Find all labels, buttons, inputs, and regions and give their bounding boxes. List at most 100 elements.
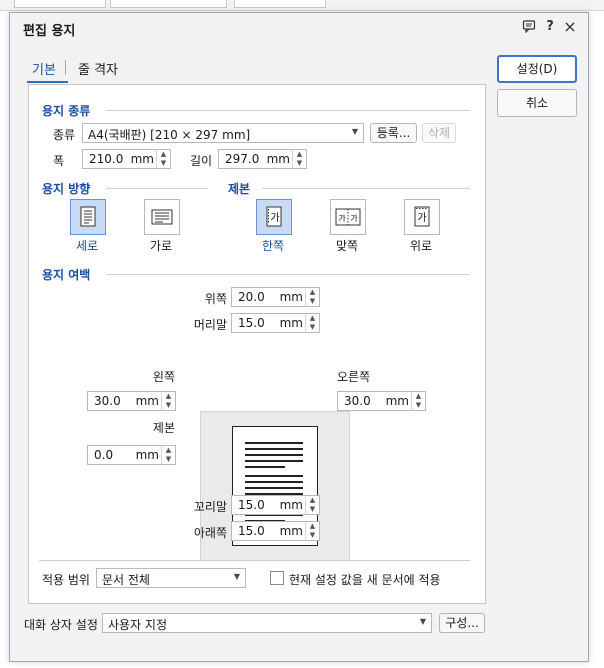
margin-right-value: 30.0: [344, 394, 371, 408]
spin-up-icon[interactable]: ▲: [162, 446, 175, 455]
binding-glyph: 가: [338, 214, 346, 223]
margin-left-field[interactable]: 30.0 mm ▲ ▼: [87, 391, 176, 411]
landscape-button[interactable]: [144, 199, 180, 235]
binding-facing-icon: 가가: [335, 208, 361, 226]
spinner[interactable]: ▲ ▼: [305, 288, 319, 306]
paper-width-field[interactable]: 210.0 mm ▲ ▼: [82, 149, 171, 169]
apply-range-value: 문서 전체: [102, 573, 150, 587]
preview-text-line: [245, 475, 303, 477]
spin-down-icon[interactable]: ▼: [162, 455, 175, 464]
chevron-down-icon: ▼: [233, 572, 240, 581]
binding-glyph: 가: [270, 212, 279, 224]
paper-height-value: 297.0: [225, 152, 260, 166]
margin-right-field[interactable]: 30.0 mm ▲ ▼: [337, 391, 426, 411]
spinner[interactable]: ▲ ▼: [156, 150, 170, 168]
margin-header-label: 머리말: [193, 318, 227, 332]
spin-down-icon[interactable]: ▼: [306, 323, 319, 332]
section-binding: 제본: [228, 182, 251, 196]
margin-top-value: 20.0: [238, 290, 265, 304]
toolbar-combo: [110, 0, 227, 8]
cancel-button[interactable]: 취소: [497, 89, 577, 117]
divider: [106, 188, 208, 189]
spin-down-icon[interactable]: ▼: [306, 297, 319, 306]
preview-text-line: [245, 460, 303, 462]
binding-facing-button[interactable]: 가가: [330, 199, 366, 235]
spin-up-icon[interactable]: ▲: [306, 496, 319, 505]
tab-basic[interactable]: 기본: [32, 59, 56, 78]
divider: [106, 274, 470, 275]
spinner[interactable]: ▲ ▼: [411, 392, 425, 410]
unit-label: mm: [279, 290, 303, 304]
preview-text-line: [245, 454, 303, 456]
unit-label: mm: [279, 498, 303, 512]
unit-label: mm: [279, 316, 303, 330]
spin-down-icon[interactable]: ▼: [162, 401, 175, 410]
config-button[interactable]: 구성...: [439, 613, 485, 633]
section-paper-type: 용지 종류: [42, 104, 91, 118]
close-icon[interactable]: ×: [562, 19, 578, 35]
tab-line-grid[interactable]: 줄 격자: [78, 59, 118, 78]
spin-down-icon[interactable]: ▼: [157, 159, 170, 168]
margin-bottom-field[interactable]: 15.0 mm ▲ ▼: [231, 521, 320, 541]
paper-kind-select[interactable]: A4(국배판) [210 × 297 mm] ▼: [82, 123, 364, 143]
margin-binding-field[interactable]: 0.0 mm ▲ ▼: [87, 445, 176, 465]
apply-new-doc-checkbox[interactable]: [270, 571, 284, 585]
paper-height-field[interactable]: 297.0 mm ▲ ▼: [218, 149, 307, 169]
help-icon[interactable]: ?: [542, 19, 558, 35]
margin-header-field[interactable]: 15.0 mm ▲ ▼: [231, 313, 320, 333]
page-setup-dialog: 편집 용지 ? × 기본 줄 격자 설정(D) 취소 용지 종류 종류 A4(국…: [9, 12, 589, 662]
spinner[interactable]: ▲ ▼: [161, 392, 175, 410]
chevron-down-icon: ▼: [351, 127, 358, 136]
comment-icon[interactable]: [521, 19, 537, 35]
background-toolbar: [0, 0, 604, 11]
dialog-settings-select[interactable]: 사용자 지정 ▼: [102, 613, 432, 633]
spinner[interactable]: ▲ ▼: [305, 314, 319, 332]
margin-binding-label: 제본: [152, 421, 175, 435]
binding-top-icon: 가: [414, 206, 430, 227]
margin-top-label: 위쪽: [204, 292, 227, 306]
spinner[interactable]: ▲ ▼: [292, 150, 306, 168]
divider: [106, 110, 470, 111]
delete-button[interactable]: 삭제: [422, 123, 456, 143]
active-tab-indicator: [27, 81, 68, 83]
spin-down-icon[interactable]: ▼: [412, 401, 425, 410]
binding-facing-label: 맞쪽: [335, 239, 359, 253]
unit-label: mm: [130, 152, 154, 166]
spin-up-icon[interactable]: ▲: [162, 392, 175, 401]
binding-top-button[interactable]: 가: [404, 199, 440, 235]
spin-up-icon[interactable]: ▲: [412, 392, 425, 401]
spin-up-icon[interactable]: ▲: [306, 288, 319, 297]
margin-top-field[interactable]: 20.0 mm ▲ ▼: [231, 287, 320, 307]
spin-up-icon[interactable]: ▲: [306, 522, 319, 531]
margin-bottom-label: 아래쪽: [193, 526, 227, 540]
paper-width-value: 210.0: [89, 152, 124, 166]
register-button[interactable]: 등록...: [370, 123, 417, 143]
margin-binding-value: 0.0: [94, 448, 114, 462]
spin-up-icon[interactable]: ▲: [157, 150, 170, 159]
preview-text-line: [245, 448, 303, 450]
margin-footer-label: 꼬리말: [193, 500, 227, 514]
width-label: 폭: [53, 154, 65, 168]
apply-range-select[interactable]: 문서 전체 ▼: [96, 568, 246, 588]
divider: [39, 560, 470, 561]
spinner[interactable]: ▲ ▼: [305, 522, 319, 540]
spin-up-icon[interactable]: ▲: [293, 150, 306, 159]
spin-down-icon[interactable]: ▼: [306, 531, 319, 540]
spinner[interactable]: ▲ ▼: [161, 446, 175, 464]
margin-footer-field[interactable]: 15.0 mm ▲ ▼: [231, 495, 320, 515]
spin-down-icon[interactable]: ▼: [293, 159, 306, 168]
portrait-label: 세로: [75, 239, 99, 253]
toolbar-combo: [234, 0, 326, 8]
portrait-button[interactable]: [70, 199, 106, 235]
divider: [262, 188, 470, 189]
unit-label: mm: [135, 448, 159, 462]
binding-glyph: 가: [417, 212, 426, 224]
binding-single-button[interactable]: 가: [256, 199, 292, 235]
dialog-settings-value: 사용자 지정: [108, 618, 168, 632]
ok-button[interactable]: 설정(D): [497, 55, 577, 83]
spin-up-icon[interactable]: ▲: [306, 314, 319, 323]
landscape-icon: [151, 209, 173, 225]
unit-label: mm: [279, 524, 303, 538]
spin-down-icon[interactable]: ▼: [306, 505, 319, 514]
spinner[interactable]: ▲ ▼: [305, 496, 319, 514]
